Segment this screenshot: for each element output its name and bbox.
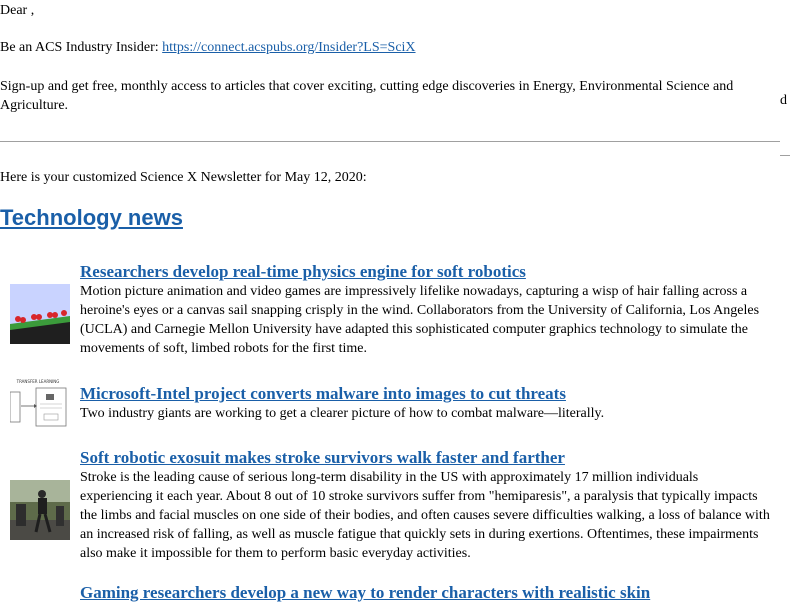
article-summary: Stroke is the leading cause of serious l… [80,470,770,561]
article-summary: Two industry giants are working to get a… [80,406,605,421]
horizontal-divider [0,141,780,142]
signup-text: Sign-up and get free, monthly access to … [0,79,734,113]
stray-divider-fragment [780,155,790,156]
greeting-text: Dear , [0,3,35,18]
article-thumbnail-soft-robot[interactable] [10,284,70,344]
article-summary: Motion picture animation and video games… [80,284,760,356]
article-thumbnail-exosuit-photo[interactable] [10,480,70,540]
insider-link[interactable]: https://connect.acspubs.org/Insider?LS=S… [162,40,415,55]
article-title-link[interactable]: Microsoft-Intel project converts malware… [80,384,566,404]
article-title-link[interactable]: Soft robotic exosuit makes stroke surviv… [80,448,565,468]
article-title-link[interactable]: Gaming researchers develop a new way to … [80,583,650,603]
insider-prefix: Be an ACS Industry Insider: [0,40,163,55]
stray-character: d [780,93,787,108]
newsletter-intro: Here is your customized Science X Newsle… [0,170,367,185]
insider-line: Be an ACS Industry Insider: https://conn… [0,40,416,56]
article-title-link[interactable]: Researchers develop real-time physics en… [80,262,526,282]
thumbnail-caption: TRANSFER LEARNING [16,379,60,384]
section-heading-technology-news[interactable]: Technology news [0,205,183,231]
article-thumbnail-malware-diagram[interactable]: TRANSFER LEARNING [10,376,70,434]
